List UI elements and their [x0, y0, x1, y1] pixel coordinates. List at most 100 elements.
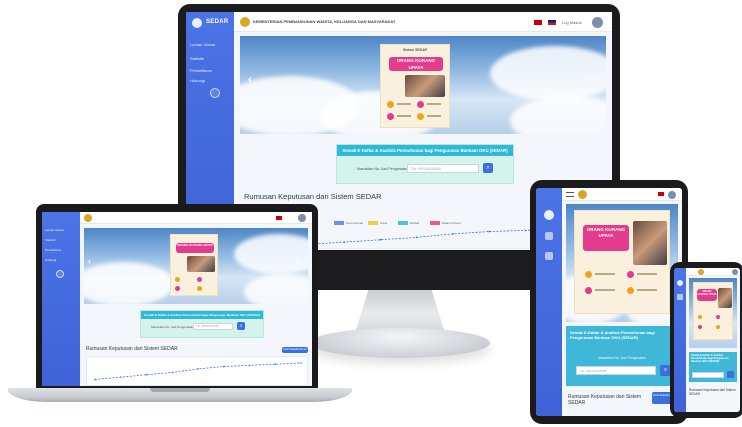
sidebar-item-statistics[interactable]: Statistik [45, 238, 79, 246]
search-button[interactable]: ⌕ [237, 322, 245, 330]
ministry-crest-icon [698, 269, 704, 275]
search-label: Masukkan No. Kad Pengenalan [598, 356, 646, 360]
sidebar-item-statistics[interactable]: Statistik [190, 56, 232, 64]
poster-photo [405, 75, 445, 97]
avatar[interactable] [732, 269, 738, 275]
data-point[interactable] [222, 365, 225, 368]
collapse-sidebar-icon[interactable] [56, 270, 64, 278]
poster-title: ORANG KURANG UPAYA [176, 243, 214, 253]
malay-language-flag-icon[interactable] [276, 216, 282, 220]
data-point[interactable] [524, 229, 527, 232]
carousel-poster: ORANG KURANG UPAYA [693, 282, 733, 340]
search-panel-title: Semak E-Daftar & Analisis Permohonan bag… [141, 311, 263, 319]
data-point[interactable] [274, 363, 277, 365]
sidebar-item-home[interactable]: Laman Utama [190, 42, 232, 50]
ministry-crest-icon [578, 190, 587, 199]
search-panel: Semak E-Daftar & Analisis Permohonan bag… [689, 352, 737, 382]
data-point[interactable] [145, 373, 148, 376]
hero-carousel[interactable]: ORANG KURANG UPAYA [566, 204, 678, 322]
collapse-sidebar-icon[interactable] [210, 88, 220, 98]
data-point[interactable] [300, 362, 302, 364]
data-point[interactable] [248, 364, 251, 367]
hero-carousel[interactable]: Sistem SEDAR ORANG KURANG UPAYA ‹ › [240, 36, 606, 134]
hero-carousel[interactable]: ORANG KURANG UPAYA ‹ › [84, 228, 308, 304]
legend-label: Lulus [380, 221, 388, 225]
tablet-screen: ORANG KURANG UPAYA Semak E-Daftar & Anal… [536, 188, 682, 416]
poster-title: ORANG KURANG UPAYA [697, 289, 717, 301]
poster-brand: Sistem SEDAR [403, 48, 427, 52]
english-language-flag-icon[interactable] [548, 20, 556, 25]
search-button[interactable] [727, 371, 734, 378]
poster-title: ORANG KURANG UPAYA [389, 57, 443, 71]
legend-swatch [334, 221, 344, 225]
laptop-screen: Laman Utama Statistik Pendaftaran Hubung… [42, 212, 312, 386]
section-title: Rumusan Keputusan dari Sistem SEDAR [689, 388, 736, 396]
search-input[interactable]: Cth: 900101015555 [576, 366, 656, 375]
search-icon: ⌕ [486, 165, 490, 171]
data-point[interactable] [488, 230, 491, 233]
data-point[interactable] [197, 368, 199, 370]
tablet: ORANG KURANG UPAYA Semak E-Daftar & Anal… [530, 180, 688, 424]
series-line [94, 362, 302, 380]
login-link[interactable]: Log Masuk [562, 20, 582, 25]
search-label: Masukkan No. Kad Pengenalan [357, 167, 408, 171]
register-icon[interactable] [545, 252, 553, 260]
carousel-poster: Sistem SEDAR ORANG KURANG UPAYA [380, 44, 450, 128]
top-bar [686, 268, 740, 276]
carousel-poster: ORANG KURANG UPAYA [170, 234, 218, 296]
data-point[interactable] [452, 232, 454, 235]
chevron-right-icon[interactable]: › [590, 72, 594, 86]
legend-label: Ditolak [410, 221, 420, 225]
section-title: Rumusan Keputusan dari Sistem SEDAR [86, 346, 178, 352]
hamburger-menu-icon[interactable] [566, 192, 574, 197]
hero-carousel[interactable]: ORANG KURANG UPAYA [689, 278, 737, 348]
avatar[interactable] [592, 17, 603, 28]
data-point[interactable] [379, 238, 382, 241]
laptop-notch [150, 388, 210, 392]
chevron-right-icon[interactable]: › [296, 256, 299, 266]
section-title: Rumusan Keputusan dari Sistem SEDAR [568, 394, 642, 406]
search-button[interactable]: ⌕ [483, 163, 493, 173]
search-panel-title: Semak E-Daftar & Analisis Permohonan bag… [337, 145, 513, 156]
sidebar-item-home[interactable]: Laman Utama [45, 228, 79, 236]
data-point[interactable] [119, 376, 122, 378]
sidebar-item-contact[interactable]: Hubungi [190, 78, 232, 86]
search-label: Masukkan No. Kad Pengenalan [151, 325, 194, 329]
chevron-left-icon[interactable]: ‹ [88, 256, 91, 266]
legend-label: Permohonan [346, 221, 364, 225]
legend-swatch [368, 221, 378, 225]
phone: ORANG KURANG UPAYA Semak E-Daftar & Anal… [670, 262, 742, 418]
monitor-stand-base [310, 328, 490, 358]
sidebar-item-contact[interactable]: Hubungi [45, 258, 79, 266]
logo-icon [192, 18, 202, 28]
chevron-left-icon[interactable]: ‹ [248, 72, 252, 86]
search-input[interactable]: Cth: 900101015555 [407, 164, 479, 173]
top-bar: KEMENTERIAN PEMBANGUNAN WANITA, KELUARGA… [234, 12, 612, 32]
avatar[interactable] [298, 214, 306, 222]
phone-screen: ORANG KURANG UPAYA Semak E-Daftar & Anal… [674, 268, 740, 412]
search-panel: Semak E-Daftar & Analisis Permohonan bag… [336, 144, 514, 184]
app-logo[interactable]: SEDAR [192, 18, 228, 28]
search-panel: Semak E-Daftar & Analisis Permohonan bag… [140, 310, 264, 338]
legend-swatch [430, 221, 440, 225]
search-icon: ⌕ [663, 367, 668, 373]
sidebar-item-registration[interactable]: Pendaftaran [45, 248, 79, 256]
data-point[interactable] [94, 378, 96, 381]
data-point[interactable] [343, 241, 346, 244]
legend-label: Dalam Proses [442, 221, 461, 225]
chart-card [86, 356, 308, 386]
malay-language-flag-icon[interactable] [534, 20, 542, 25]
data-point[interactable] [171, 371, 174, 374]
malay-language-flag-icon[interactable] [658, 192, 664, 196]
data-point[interactable] [415, 236, 418, 239]
search-input[interactable] [692, 372, 724, 378]
stats-icon[interactable] [677, 294, 683, 300]
view-statistics-button[interactable]: Lihat Statistik Penuh [282, 347, 308, 353]
home-icon[interactable] [677, 280, 683, 286]
home-icon[interactable] [544, 210, 554, 220]
sidebar: Laman Utama Statistik Pendaftaran Hubung… [42, 212, 80, 386]
search-input[interactable]: Cth: 900101015555 [193, 323, 233, 330]
sidebar-item-registration[interactable]: Pendaftaran [190, 68, 232, 76]
avatar[interactable] [668, 191, 676, 199]
stats-icon[interactable] [545, 232, 553, 240]
